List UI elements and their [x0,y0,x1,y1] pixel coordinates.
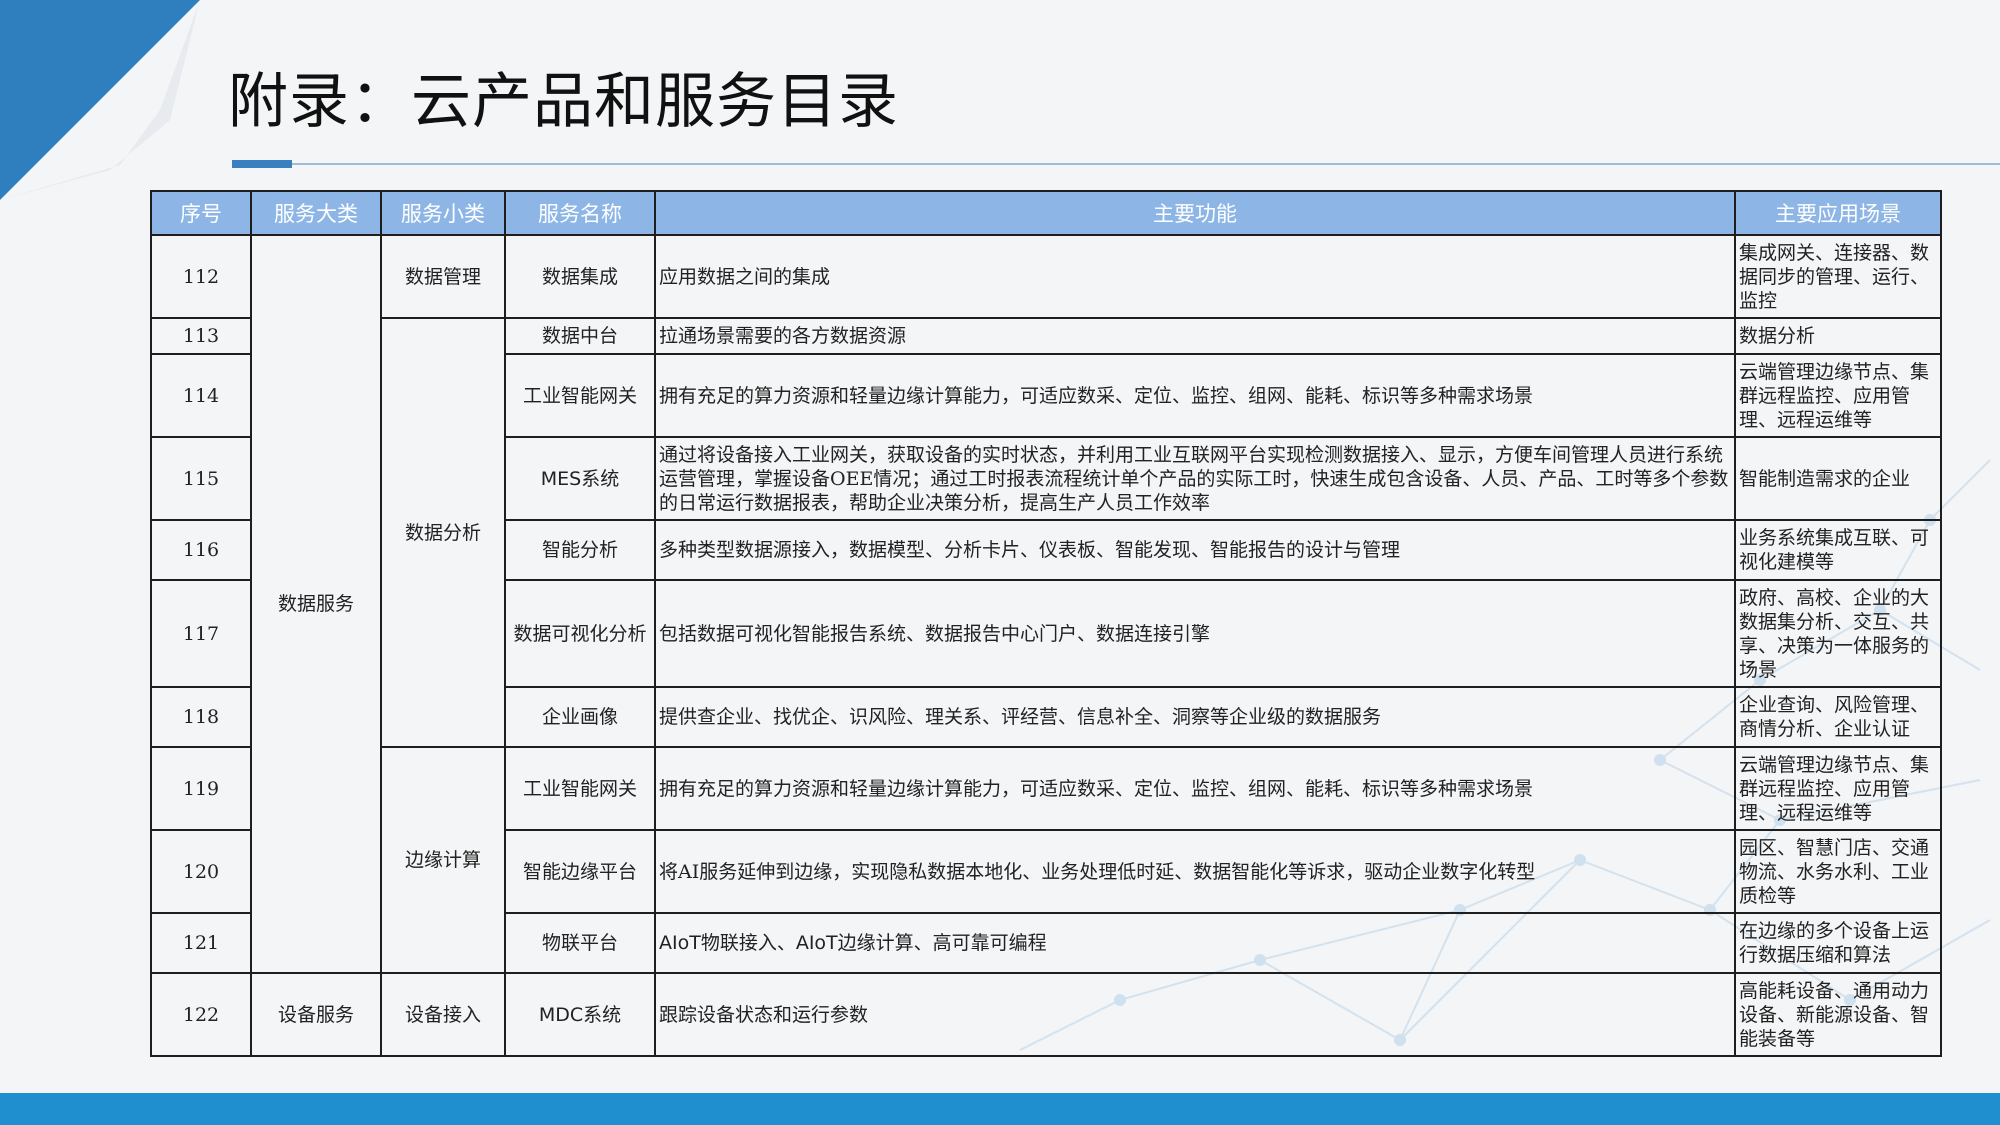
scenario-cell: 企业查询、风险管理、商情分析、企业认证 [1734,686,1942,748]
function-cell: 拥有充足的算力资源和轻量边缘计算能力，可适应数采、定位、监控、组网、能耗、标识等… [654,746,1736,831]
scenario-cell: 业务系统集成互联、可视化建模等 [1734,519,1942,581]
header-main-function: 主要功能 [654,190,1736,236]
header-category: 服务大类 [250,190,382,236]
table-header-row: 序号 服务大类 服务小类 服务名称 主要功能 主要应用场景 [150,190,1942,236]
service-name-cell: 数据中台 [504,317,656,355]
service-name-cell: 智能分析 [504,519,656,581]
row-no: 118 [150,686,252,748]
scenario-cell: 高能耗设备、通用动力设备、新能源设备、智能装备等 [1734,972,1942,1057]
corner-decoration [0,0,200,200]
scenario-cell: 云端管理边缘节点、集群远程监控、应用管理、远程运维等 [1734,746,1942,831]
row-no: 112 [150,234,252,319]
title-underline [232,163,2000,165]
service-name-cell: 企业画像 [504,686,656,748]
row-no: 114 [150,353,252,438]
header-scenario: 主要应用场景 [1734,190,1942,236]
scenario-cell: 智能制造需求的企业 [1734,436,1942,521]
function-cell: 将AI服务延伸到边缘，实现隐私数据本地化、业务处理低时延、数据智能化等诉求，驱动… [654,829,1736,914]
service-name-cell: 数据可视化分析 [504,579,656,688]
function-cell: 包括数据可视化智能报告系统、数据报告中心门户、数据连接引擎 [654,579,1736,688]
service-name-cell: 工业智能网关 [504,746,656,831]
title-accent-bar [232,160,292,168]
scenario-cell: 云端管理边缘节点、集群远程监控、应用管理、远程运维等 [1734,353,1942,438]
subcategory-cell: 数据分析 [380,317,506,748]
service-name-cell: MDC系统 [504,972,656,1057]
footer-bar [0,1093,2000,1125]
row-no: 117 [150,579,252,688]
header-service-name: 服务名称 [504,190,656,236]
row-no: 119 [150,746,252,831]
category-cell: 数据服务 [250,234,382,974]
category-cell: 设备服务 [250,972,382,1057]
scenario-cell: 园区、智慧门店、交通物流、水务水利、工业质检等 [1734,829,1942,914]
table-row: 122 设备服务 设备接入 MDC系统 跟踪设备状态和运行参数 高能耗设备、通用… [150,972,1942,1057]
row-no: 120 [150,829,252,914]
table-row: 112 数据服务 数据管理 数据集成 应用数据之间的集成 集成网关、连接器、数据… [150,234,1942,974]
row-no: 121 [150,912,252,974]
subcategory-cell: 数据管理 [380,234,506,319]
function-cell: 应用数据之间的集成 [654,234,1736,319]
row-no: 115 [150,436,252,521]
page-title: 附录：云产品和服务目录 [228,67,899,137]
service-name-cell: 数据集成 [504,234,656,319]
function-cell: AIoT物联接入、AIoT边缘计算、高可靠可编程 [654,912,1736,974]
service-name-cell: MES系统 [504,436,656,521]
function-cell: 提供查企业、找优企、识风险、理关系、评经营、信息补全、洞察等企业级的数据服务 [654,686,1736,748]
row-no: 113 [150,317,252,355]
subcategory-cell: 边缘计算 [380,746,506,974]
service-name-cell: 物联平台 [504,912,656,974]
header-subcategory: 服务小类 [380,190,506,236]
scenario-cell: 在边缘的多个设备上运行数据压缩和算法 [1734,912,1942,974]
function-cell: 通过将设备接入工业网关，获取设备的实时状态，并利用工业互联网平台实现检测数据接入… [654,436,1736,521]
scenario-cell: 数据分析 [1734,317,1942,355]
table-row: 113 数据分析 数据中台 拉通场景需要的各方数据资源 数据分析 [150,317,1942,748]
header-no: 序号 [150,190,252,236]
function-cell: 多种类型数据源接入，数据模型、分析卡片、仪表板、智能发现、智能报告的设计与管理 [654,519,1736,581]
scenario-cell: 集成网关、连接器、数据同步的管理、运行、监控 [1734,234,1942,319]
table-row: 119 边缘计算 工业智能网关 拥有充足的算力资源和轻量边缘计算能力，可适应数采… [150,746,1942,974]
row-no: 116 [150,519,252,581]
product-catalog-table: 序号 服务大类 服务小类 服务名称 主要功能 主要应用场景 112 数据服务 数… [150,190,1942,1057]
service-name-cell: 工业智能网关 [504,353,656,438]
subcategory-cell: 设备接入 [380,972,506,1057]
function-cell: 拉通场景需要的各方数据资源 [654,317,1736,355]
row-no: 122 [150,972,252,1057]
service-name-cell: 智能边缘平台 [504,829,656,914]
function-cell: 跟踪设备状态和运行参数 [654,972,1736,1057]
scenario-cell: 政府、高校、企业的大数据集分析、交互、共享、决策为一体服务的场景 [1734,579,1942,688]
function-cell: 拥有充足的算力资源和轻量边缘计算能力，可适应数采、定位、监控、组网、能耗、标识等… [654,353,1736,438]
